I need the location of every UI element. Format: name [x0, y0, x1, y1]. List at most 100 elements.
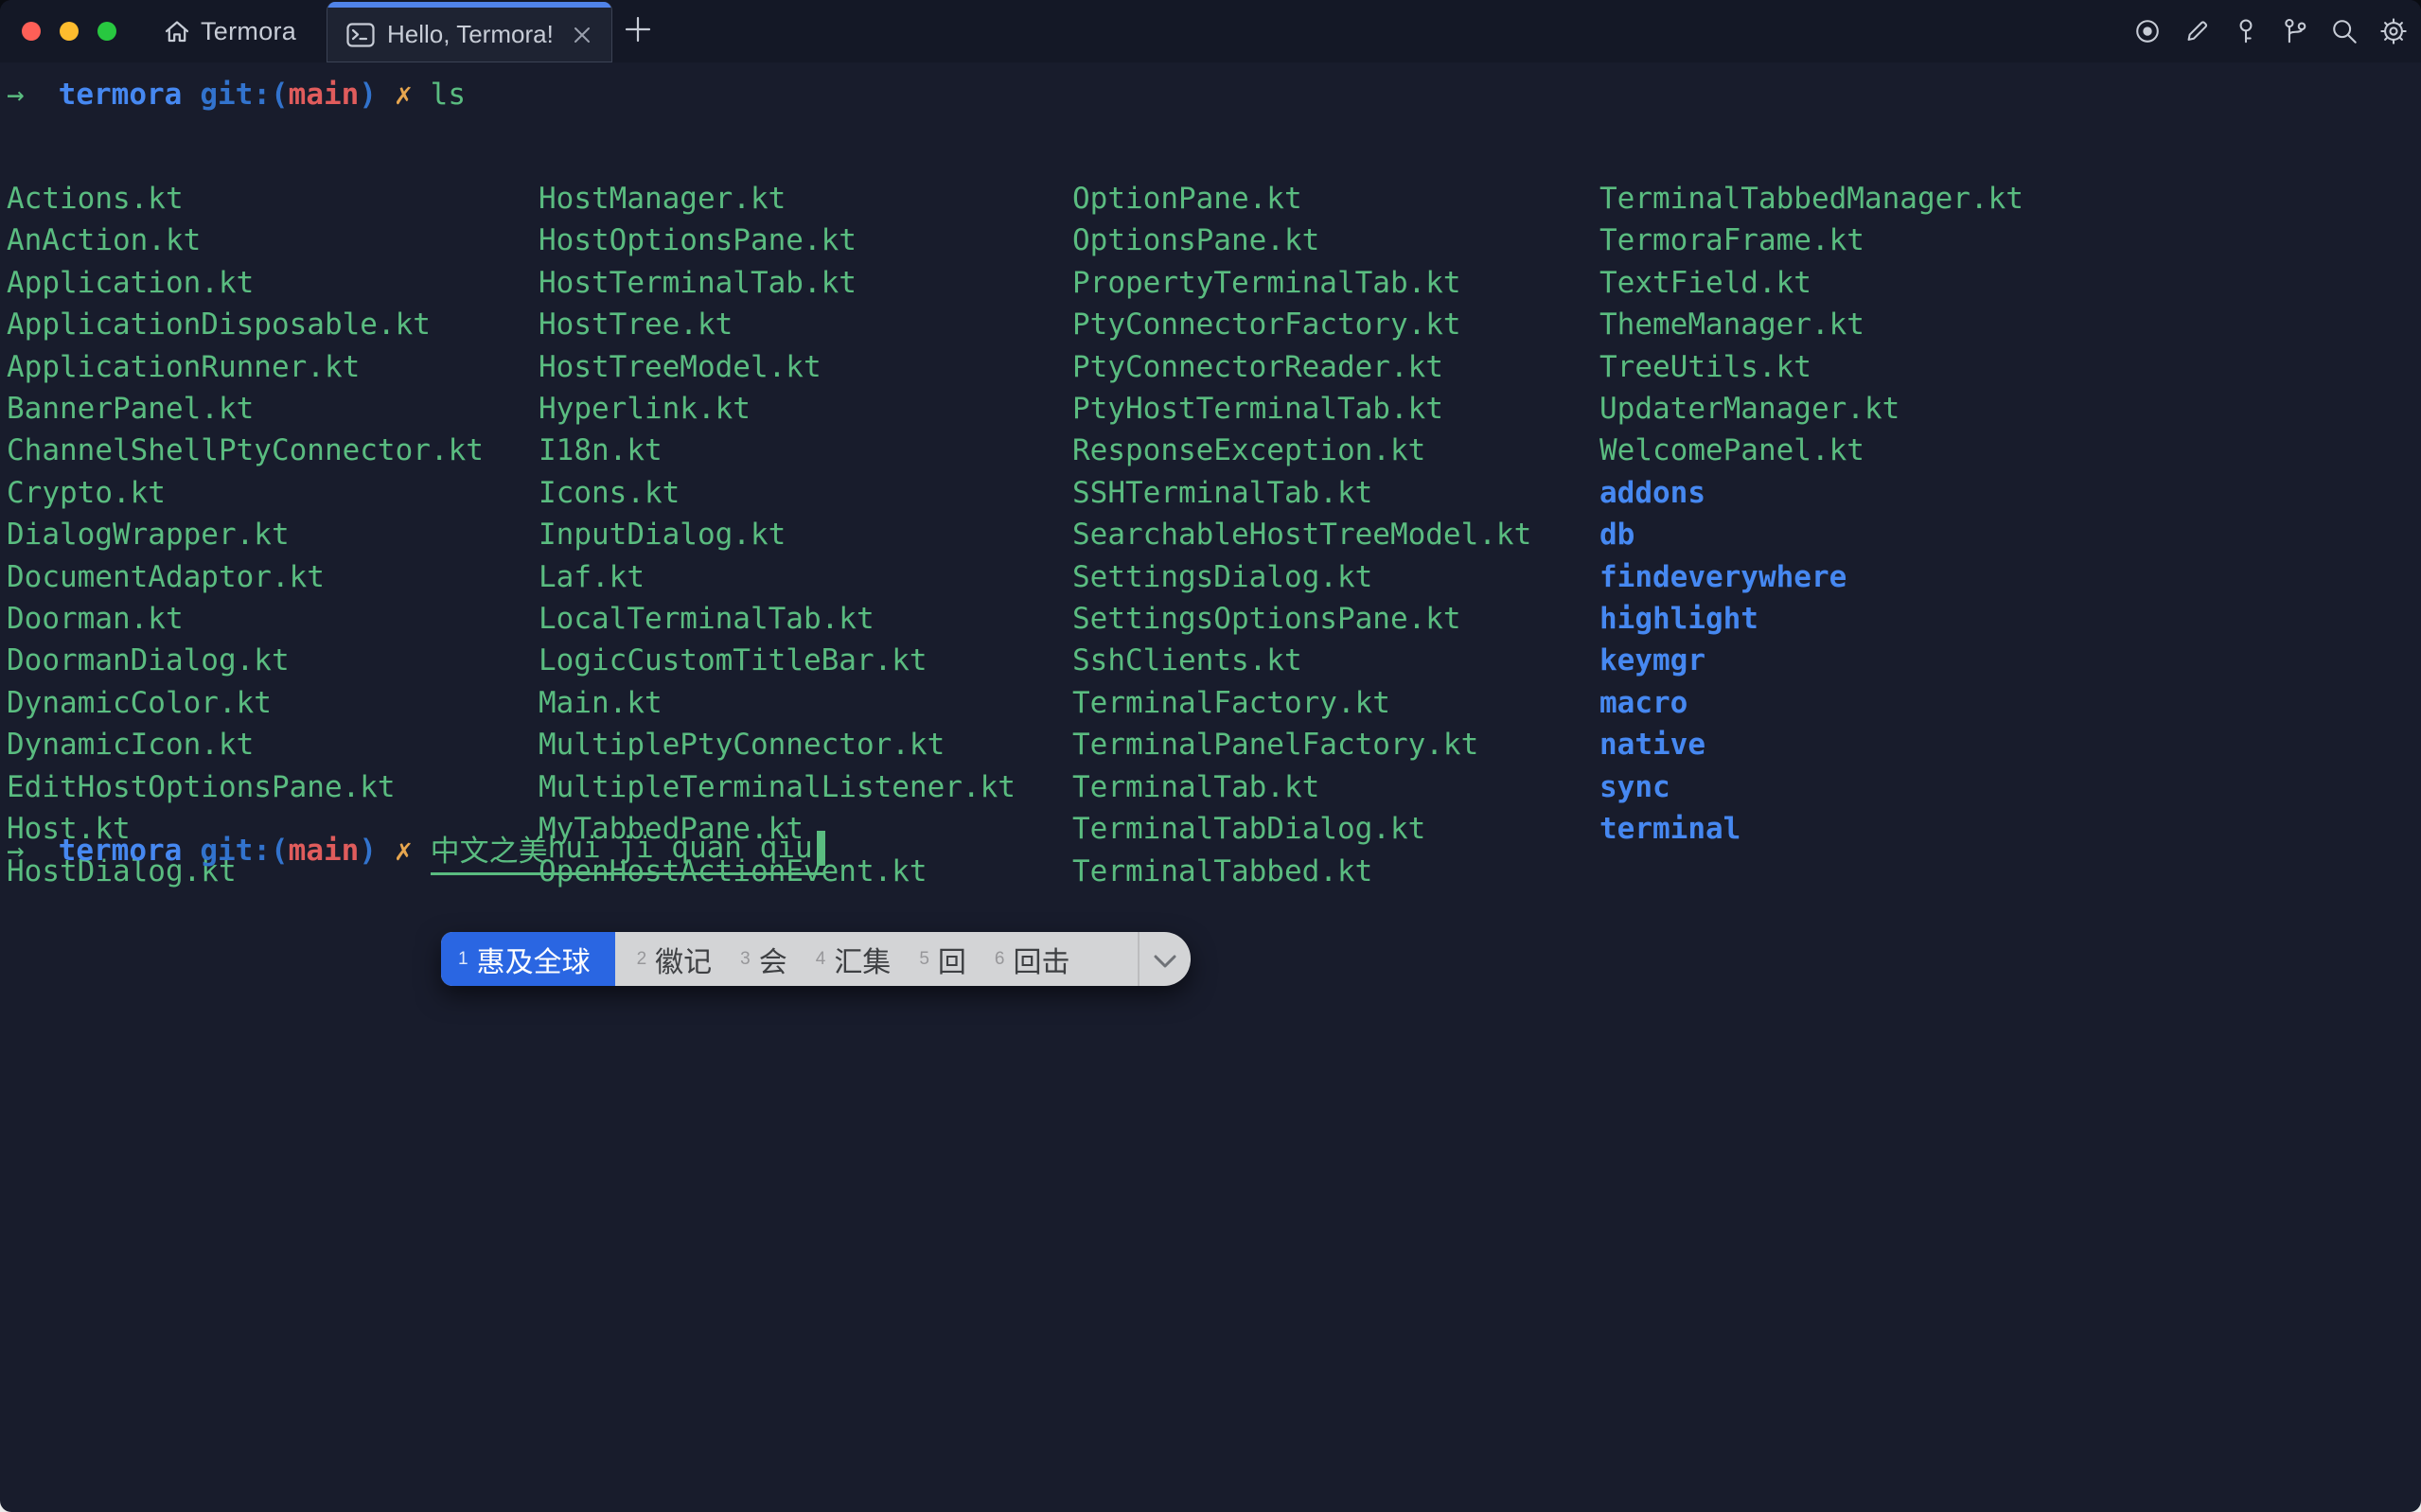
ime-candidate[interactable]: 3会 — [726, 932, 802, 986]
file-entry: HostManager.kt — [539, 178, 1016, 220]
tab-title: Hello, Termora! — [387, 20, 556, 49]
file-entry: TerminalFactory.kt — [1072, 682, 1531, 724]
file-entry: ResponseException.kt — [1072, 430, 1531, 471]
ime-composition-text: 中文之美hui ji quan qiu — [431, 827, 825, 875]
file-entry: TermoraFrame.kt — [1599, 220, 2023, 261]
file-entry: TerminalTabDialog.kt — [1072, 808, 1531, 850]
file-entry: MultipleTerminalListener.kt — [539, 766, 1016, 808]
candidate-index: 4 — [816, 949, 826, 970]
app-home[interactable]: Termora — [163, 0, 296, 62]
file-entry: PtyHostTerminalTab.kt — [1072, 388, 1531, 430]
prompt-line-1: →termoragit:(main)✗ls — [7, 74, 466, 115]
file-entry: Main.kt — [539, 682, 1016, 724]
prompt-directory: termora — [59, 834, 183, 868]
close-window-button[interactable] — [22, 22, 41, 41]
zoom-window-button[interactable] — [97, 22, 116, 41]
terminal-tab-icon — [346, 21, 375, 49]
file-entry: OptionsPane.kt — [1072, 220, 1531, 261]
ime-candidate[interactable]: 2徽记 — [623, 932, 727, 986]
file-entry: TerminalTabbed.kt — [1072, 851, 1531, 892]
home-icon — [163, 17, 191, 45]
file-entry: TerminalPanelFactory.kt — [1072, 724, 1531, 765]
prompt-line-2: →termoragit:(main)✗中文之美hui ji quan qiu — [7, 830, 825, 871]
file-entry: I18n.kt — [539, 430, 1016, 471]
file-entry: ApplicationDisposable.kt — [7, 304, 484, 345]
file-entry: MultiplePtyConnector.kt — [539, 724, 1016, 765]
directory-entry: terminal — [1599, 808, 2023, 850]
file-entry: TreeUtils.kt — [1599, 346, 2023, 388]
minimize-window-button[interactable] — [60, 22, 79, 41]
file-entry: PtyConnectorReader.kt — [1072, 346, 1531, 388]
file-entry: HostTreeModel.kt — [539, 346, 1016, 388]
traffic-lights — [22, 0, 116, 62]
file-entry: PtyConnectorFactory.kt — [1072, 304, 1531, 345]
pencil-icon[interactable] — [2182, 17, 2211, 45]
directory-entry: native — [1599, 724, 2023, 765]
ime-expand-button[interactable] — [1140, 932, 1191, 986]
ime-candidate[interactable]: 1惠及全球 — [441, 932, 615, 986]
file-entry: SearchableHostTreeModel.kt — [1072, 514, 1531, 555]
file-entry: Icons.kt — [539, 472, 1016, 514]
file-entry: ThemeManager.kt — [1599, 304, 2023, 345]
tab-hello-termora[interactable]: Hello, Termora! — [327, 2, 612, 62]
file-entry: Application.kt — [7, 262, 484, 304]
file-entry: TextField.kt — [1599, 262, 2023, 304]
ls-column-4: TerminalTabbedManager.ktTermoraFrame.ktT… — [1599, 178, 2023, 851]
file-entry: OptionPane.kt — [1072, 178, 1531, 220]
file-entry: EditHostOptionsPane.kt — [7, 766, 484, 808]
titlebar[interactable]: Termora Hello, Termora! — [0, 0, 2421, 62]
composition-pinyin: hui ji quan qiu — [548, 831, 813, 865]
file-entry: InputDialog.kt — [539, 514, 1016, 555]
terminal-screen[interactable]: →termoragit:(main)✗ls Actions.ktAnAction… — [0, 62, 2421, 1512]
candidate-index: 2 — [637, 949, 647, 970]
file-entry: ChannelShellPtyConnector.kt — [7, 430, 484, 471]
key-icon[interactable] — [2232, 17, 2260, 45]
file-entry: Laf.kt — [539, 556, 1016, 598]
directory-entry: sync — [1599, 766, 2023, 808]
file-entry: HostTree.kt — [539, 304, 1016, 345]
candidate-index: 3 — [740, 949, 751, 970]
file-entry: TerminalTabbedManager.kt — [1599, 178, 2023, 220]
prompt-arrow: → — [7, 834, 25, 868]
file-entry: DocumentAdaptor.kt — [7, 556, 484, 598]
file-entry: DialogWrapper.kt — [7, 514, 484, 555]
file-entry: SettingsOptionsPane.kt — [1072, 598, 1531, 640]
search-icon[interactable] — [2330, 17, 2359, 45]
directory-entry: db — [1599, 514, 2023, 555]
file-entry: TerminalTab.kt — [1072, 766, 1531, 808]
app-title: Termora — [201, 17, 296, 46]
ime-candidate[interactable]: 5回 — [905, 932, 981, 986]
file-entry: SettingsDialog.kt — [1072, 556, 1531, 598]
file-entry: UpdaterManager.kt — [1599, 388, 2023, 430]
directory-entry: macro — [1599, 682, 2023, 724]
ime-candidate[interactable]: 6回击 — [981, 932, 1085, 986]
gear-icon[interactable] — [2379, 17, 2408, 45]
branch-icon[interactable] — [2281, 17, 2309, 45]
tab-close-icon[interactable] — [568, 21, 596, 49]
git-branch: main — [289, 834, 360, 868]
new-tab-button[interactable] — [623, 16, 653, 46]
file-entry: SSHTerminalTab.kt — [1072, 472, 1531, 514]
file-entry: ApplicationRunner.kt — [7, 346, 484, 388]
prompt-git-segment: git:(main) — [200, 834, 377, 868]
ime-candidate[interactable]: 4汇集 — [802, 932, 906, 986]
plus-icon — [624, 15, 652, 48]
ls-column-3: OptionPane.ktOptionsPane.ktPropertyTermi… — [1072, 178, 1531, 892]
terminal-cursor — [817, 831, 825, 866]
file-entry: LogicCustomTitleBar.kt — [539, 640, 1016, 681]
candidate-text: 会 — [759, 939, 787, 980]
git-dirty-mark: ✗ — [395, 834, 413, 868]
ime-candidate-list: 1惠及全球2徽记3会4汇集5回6回击 — [441, 932, 1084, 986]
directory-entry: findeverywhere — [1599, 556, 2023, 598]
file-entry: Hyperlink.kt — [539, 388, 1016, 430]
termora-window: Termora Hello, Termora! — [0, 0, 2421, 1512]
file-entry: WelcomePanel.kt — [1599, 430, 2023, 471]
file-entry: DynamicIcon.kt — [7, 724, 484, 765]
chevron-down-icon — [1153, 942, 1177, 976]
git-branch: main — [289, 78, 360, 112]
candidate-index: 1 — [458, 949, 468, 970]
file-entry: PropertyTerminalTab.kt — [1072, 262, 1531, 304]
record-macro-button[interactable] — [2133, 17, 2162, 45]
file-entry: Crypto.kt — [7, 472, 484, 514]
file-entry: DynamicColor.kt — [7, 682, 484, 724]
